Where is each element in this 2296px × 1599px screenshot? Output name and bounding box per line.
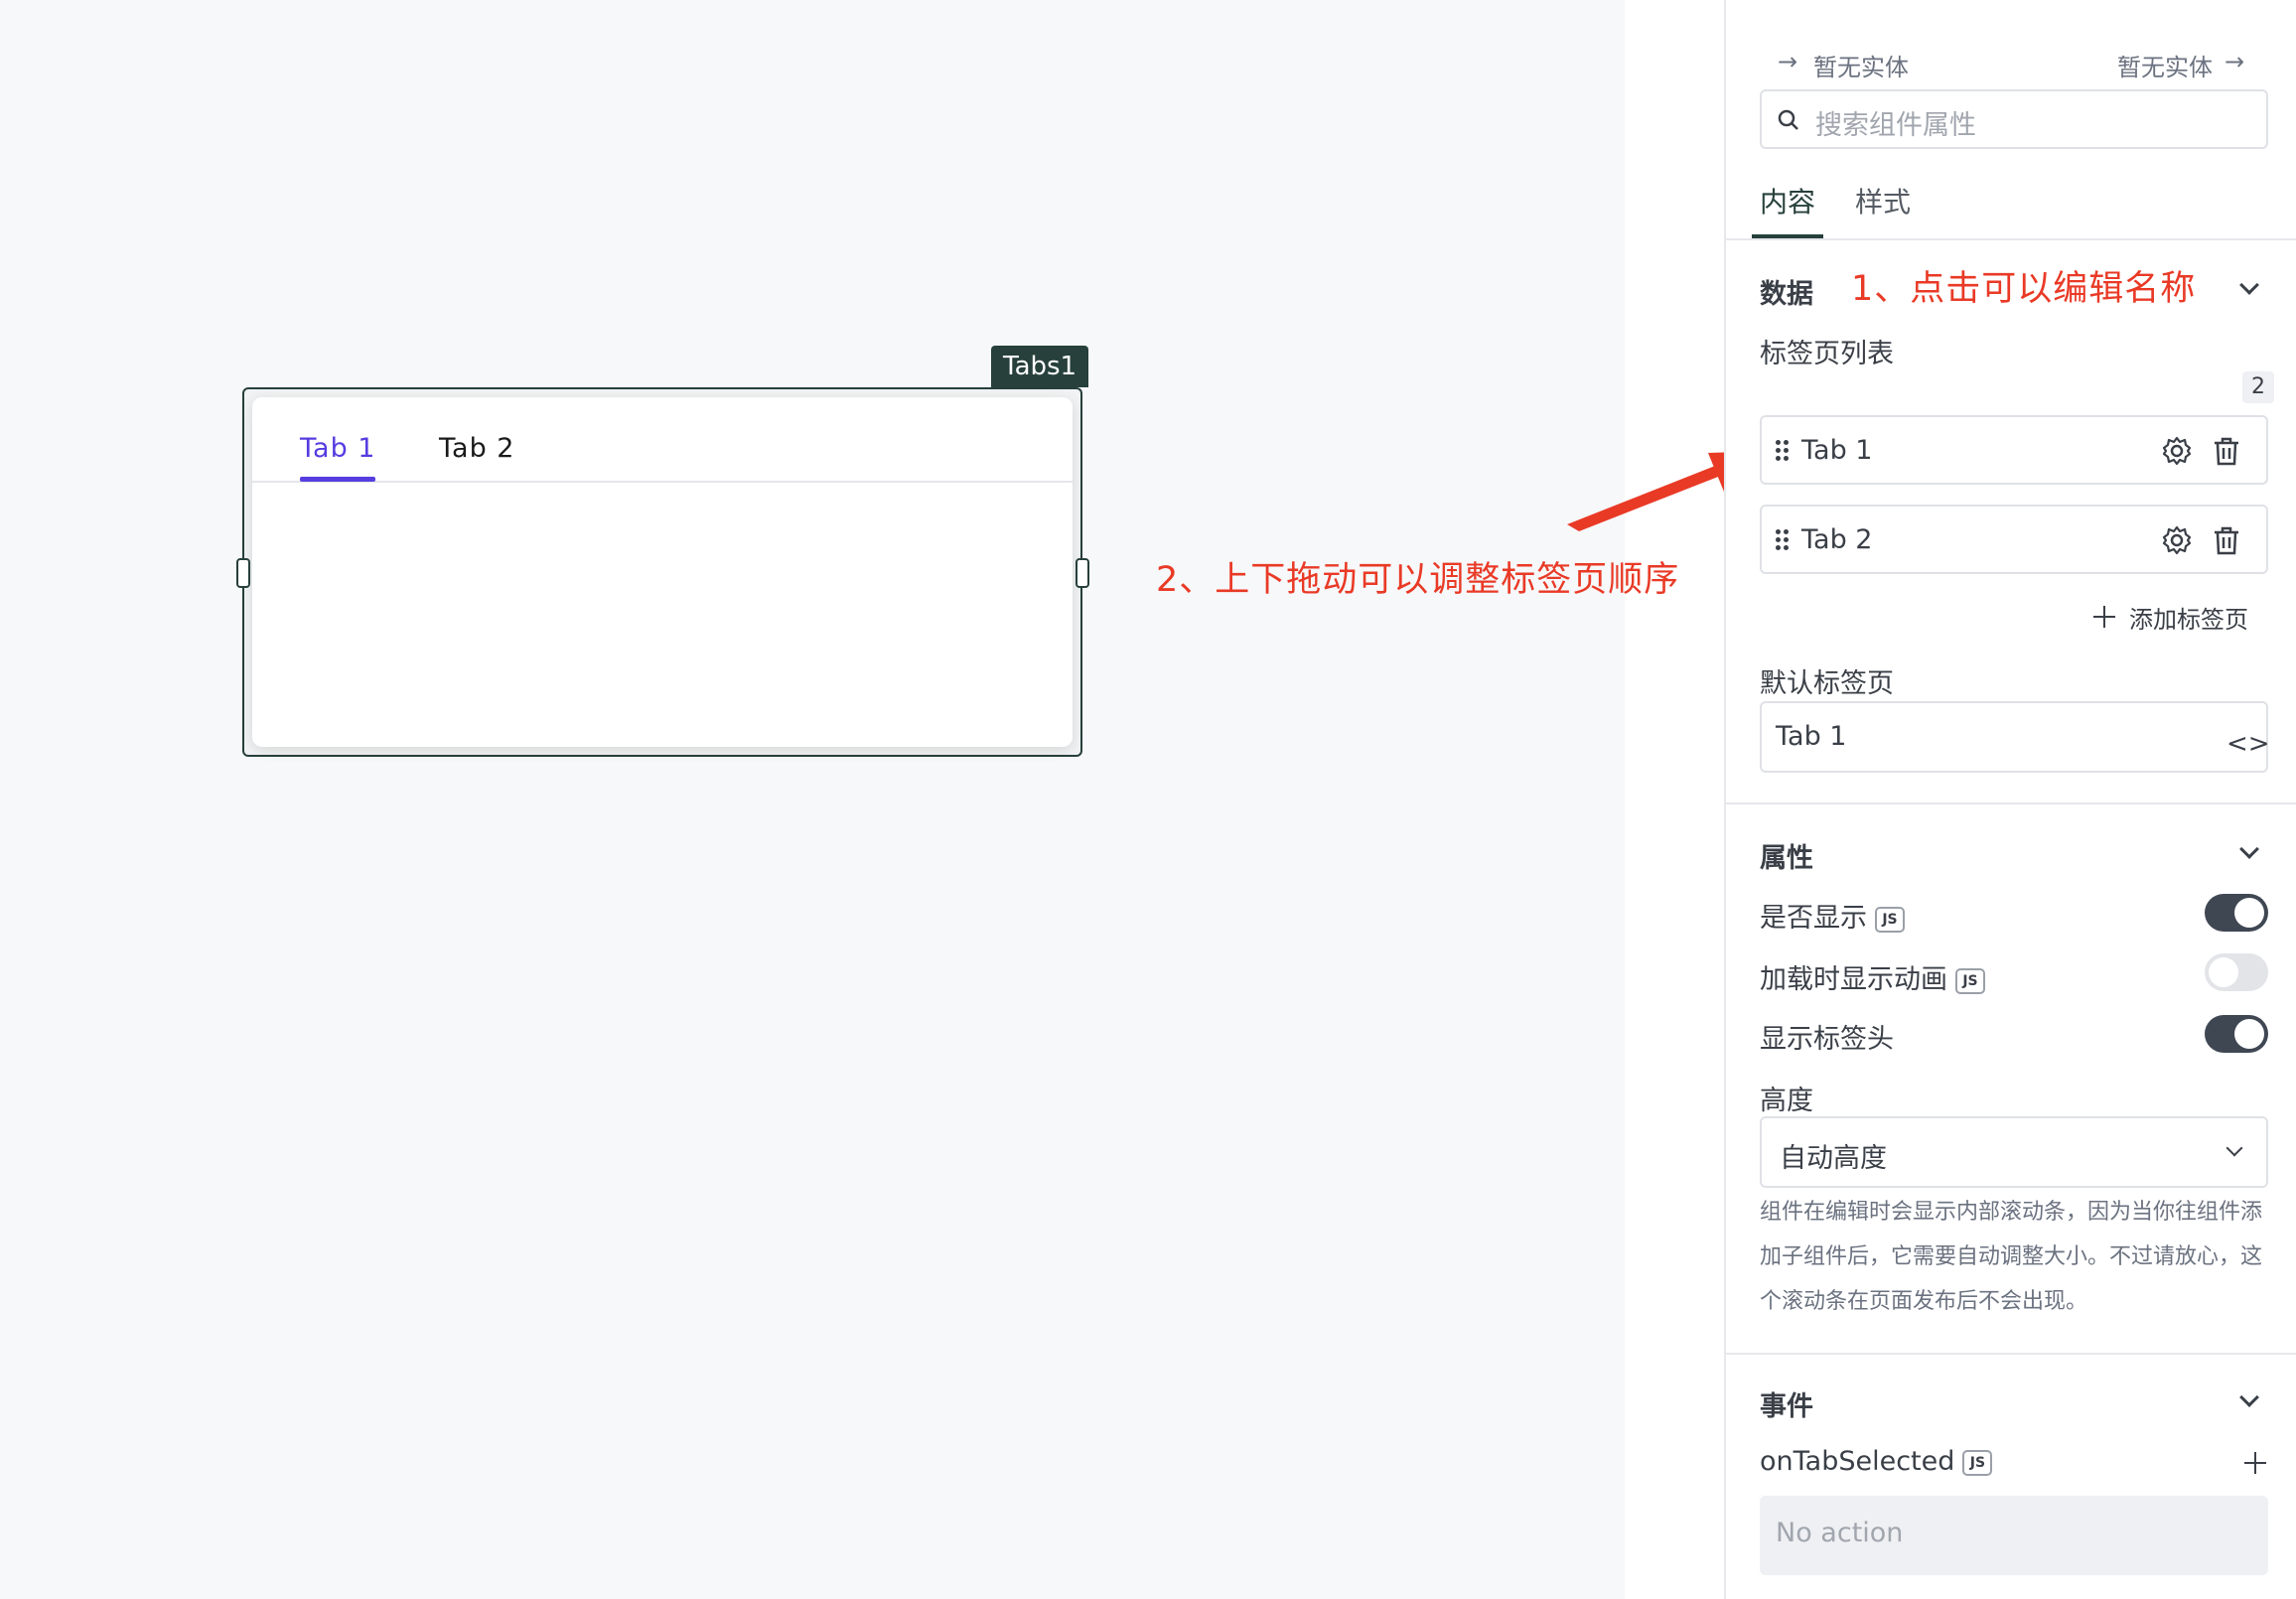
tab-count-badge: 2 bbox=[2242, 371, 2274, 403]
drag-handle-icon[interactable] bbox=[1776, 529, 1790, 551]
divider bbox=[1726, 1353, 2296, 1355]
arrow-right-icon: → bbox=[2224, 48, 2245, 75]
tab-list-item-2[interactable]: Tab 2 bbox=[1760, 505, 2268, 574]
animate-label: 加载时显示动画 bbox=[1760, 964, 1947, 995]
height-label: 高度 bbox=[1760, 1086, 1813, 1116]
entity-right-text[interactable]: 暂无实体 bbox=[2117, 48, 2213, 82]
height-help-text: 组件在编辑时会显示内部滚动条，因为当你往组件添加子组件后，它需要自动调整大小。不… bbox=[1760, 1200, 2263, 1314]
code-icon[interactable]: <> bbox=[2226, 729, 2270, 759]
visible-toggle[interactable] bbox=[2205, 894, 2268, 932]
add-event-plus-icon[interactable] bbox=[2244, 1452, 2266, 1474]
divider bbox=[1726, 238, 2296, 240]
divider bbox=[1726, 802, 2296, 804]
plus-icon[interactable] bbox=[2093, 606, 2115, 628]
animate-toggle[interactable] bbox=[2205, 953, 2268, 991]
event-name: onTabSelected bbox=[1760, 1446, 1955, 1477]
toggle-knob bbox=[2209, 957, 2238, 987]
search-placeholder: 搜索组件属性 bbox=[1815, 110, 1976, 141]
tab-list-item-1[interactable]: Tab 1 bbox=[1760, 415, 2268, 485]
chevron-down-icon[interactable] bbox=[2239, 839, 2259, 859]
height-value: 自动高度 bbox=[1780, 1143, 1887, 1174]
tab-item-label[interactable]: Tab 1 bbox=[1801, 435, 1872, 466]
toggle-knob bbox=[2234, 1019, 2264, 1049]
trash-icon[interactable] bbox=[2211, 435, 2242, 467]
no-action-text: No action bbox=[1776, 1518, 1904, 1548]
section-title-props[interactable]: 属性 bbox=[1760, 836, 1813, 875]
height-select[interactable]: 自动高度 bbox=[1760, 1116, 2268, 1188]
property-panel: → 暂无实体 暂无实体 → 搜索组件属性 内容 样式 数据 1、点击可以编辑名称… bbox=[1724, 0, 2296, 1599]
tab-list-label: 标签页列表 bbox=[1760, 339, 1894, 369]
search-input[interactable]: 搜索组件属性 bbox=[1760, 89, 2268, 149]
search-icon bbox=[1778, 109, 1798, 130]
trash-icon[interactable] bbox=[2211, 524, 2242, 556]
tab-style[interactable]: 样式 bbox=[1855, 181, 1911, 220]
chevron-down-icon[interactable] bbox=[2239, 1387, 2259, 1407]
visible-row-label: 是否显示 JS bbox=[1760, 896, 1905, 935]
entity-left-text: 暂无实体 bbox=[1813, 54, 1909, 81]
tab-content[interactable]: 内容 bbox=[1760, 181, 1815, 220]
animate-row-label: 加载时显示动画 JS bbox=[1760, 957, 1985, 996]
section-title-events[interactable]: 事件 bbox=[1760, 1384, 1813, 1423]
drag-handle-icon[interactable] bbox=[1776, 440, 1790, 462]
header-toggle[interactable] bbox=[2205, 1015, 2268, 1053]
no-action-box[interactable]: No action bbox=[1760, 1496, 2268, 1575]
chevron-down-icon[interactable] bbox=[2239, 275, 2259, 295]
toggle-knob bbox=[2234, 898, 2264, 928]
section-title-data[interactable]: 数据 bbox=[1760, 272, 1813, 311]
annotation-click-edit: 1、点击可以编辑名称 bbox=[1851, 269, 2197, 309]
gear-icon[interactable] bbox=[2161, 435, 2193, 467]
arrow-right-icon: → bbox=[1778, 48, 1798, 75]
js-badge[interactable]: JS bbox=[1962, 1449, 1993, 1476]
visible-label: 是否显示 bbox=[1760, 903, 1867, 934]
default-tab-input[interactable]: Tab 1 <> bbox=[1760, 701, 2270, 773]
gear-icon[interactable] bbox=[2161, 524, 2193, 556]
default-tab-label: 默认标签页 bbox=[1760, 668, 1894, 699]
event-row-label: onTabSelected JS bbox=[1760, 1446, 1993, 1477]
js-badge[interactable]: JS bbox=[1955, 967, 1985, 994]
js-badge[interactable]: JS bbox=[1875, 906, 1905, 933]
add-tab-button[interactable]: 添加标签页 bbox=[2129, 600, 2248, 635]
chevron-down-icon[interactable] bbox=[2225, 1139, 2243, 1157]
header-label: 显示标签头 bbox=[1760, 1024, 1894, 1055]
default-tab-value: Tab 1 bbox=[1776, 721, 1847, 752]
tab-item-label[interactable]: Tab 2 bbox=[1801, 524, 1872, 555]
